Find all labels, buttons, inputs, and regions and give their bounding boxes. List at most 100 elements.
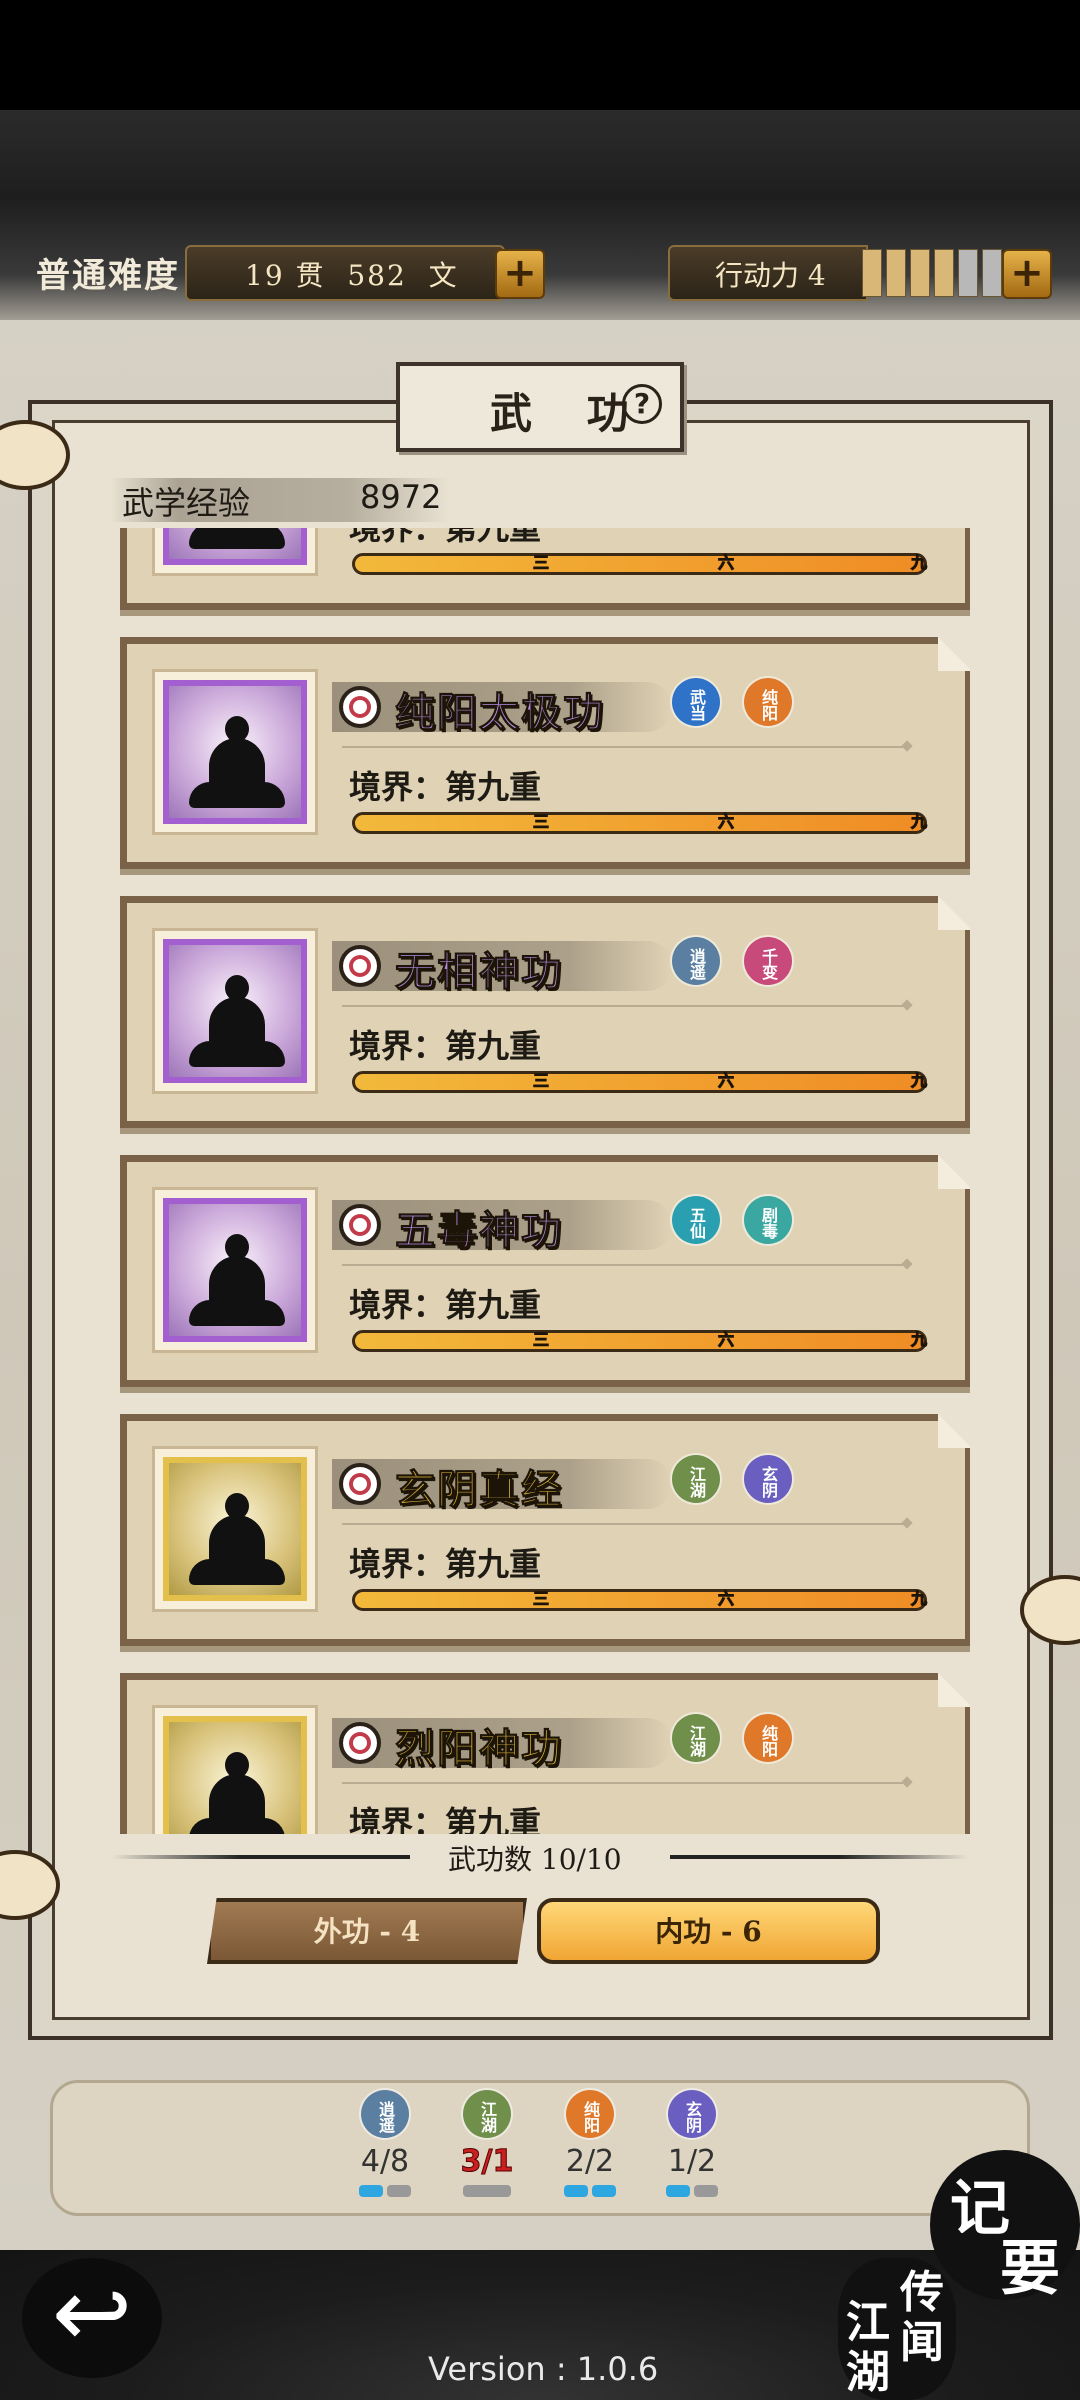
action-points-gauge [862,249,1002,297]
realm-progress-bar: 三六九 [352,1589,928,1611]
action-point-cell [910,249,930,297]
action-point-cell [862,249,882,297]
back-button[interactable]: ↩ [22,2258,162,2378]
card-divider [342,1264,907,1266]
skill-portrait [152,1446,318,1612]
status-bar [0,0,1080,110]
skill-portrait [152,669,318,835]
skill-name: 烈阳神功 [395,1725,563,1773]
tab-internal-skills[interactable]: 内功 - 6 [537,1898,880,1964]
realm-progress-bar: 三六九 [352,1071,928,1093]
faction-tag: 江湖 [672,1714,720,1762]
skill-name: 无相神功 [395,948,563,996]
skill-card[interactable]: 逍遥北溟功 逍遥化劲御息 境界：第九重 三六九 [120,528,970,610]
stat-pips [447,2185,527,2197]
add-money-button[interactable]: + [495,249,545,299]
faction-tag: 千变 [744,937,792,985]
silhouette-legs [189,1818,285,1834]
progress-mark: 六 [717,1589,734,1609]
skill-tags: 逍遥 千变 [672,937,792,985]
faction-stats-panel [50,2080,1030,2216]
progress-mark: 六 [717,812,734,832]
faction-count: 2/2 [565,2144,615,2179]
silhouette-legs [189,1559,285,1585]
skill-portrait [152,1705,318,1834]
page-fold [938,1155,970,1189]
internal-skill-icon [339,1204,381,1246]
add-action-points-button[interactable]: + [1002,249,1052,299]
skill-count: 武功数 10/10 [448,1843,622,1876]
action-points-label: 行动力 4 [715,259,826,292]
skill-card[interactable]: 纯阳太极功 武当 纯阳 境界：第九重 三 六 九 [120,637,970,869]
faction-tag: 剧毒 [744,1196,792,1244]
stat-pip [666,2185,690,2197]
faction-tag: 逍遥 [672,937,720,985]
silhouette-legs [189,1041,285,1067]
skill-card[interactable]: 无相神功 逍遥 千变 境界：第九重 三 六 九 [120,896,970,1128]
skill-name: 玄阴真经 [395,1466,563,1514]
help-icon[interactable]: ? [622,384,662,424]
card-divider [342,1782,907,1784]
skill-name: 纯阳太极功 [395,689,605,737]
progress-mark: 九 [910,1589,927,1609]
progress-mark: 三 [532,1589,549,1609]
faction-tag: 玄阴 [744,1455,792,1503]
stat-pip [463,2185,511,2197]
faction-tag: 武当 [672,678,720,726]
progress-mark: 三 [532,812,549,832]
stat-pips [652,2185,732,2197]
progress-mark: 九 [910,1071,927,1091]
faction-tag: 纯阳 [744,678,792,726]
progress-mark: 六 [717,553,734,573]
faction-tag: 纯阳 [566,2090,614,2138]
skill-card[interactable]: 玄阴真经 江湖 玄阴 境界：第九重 三 六 九 [120,1414,970,1646]
skill-tags: 江湖 纯阳 [672,1714,792,1762]
faction-stat: 玄阴 1/2 [652,2090,732,2197]
skill-portrait [152,528,318,576]
progress-mark: 三 [532,1071,549,1091]
realm-progress-bar: 三六九 [352,553,928,575]
internal-skill-icon [339,1463,381,1505]
faction-count: 1/2 [667,2144,717,2179]
silhouette-legs [189,528,285,549]
skill-card[interactable]: 五毒神功 五仙 剧毒 境界：第九重 三 六 九 [120,1155,970,1387]
stat-pip [694,2185,718,2197]
skill-tags: 江湖 玄阴 [672,1455,792,1503]
silhouette-legs [189,782,285,808]
card-divider [342,1523,907,1525]
faction-stat: 纯阳 2/2 [550,2090,630,2197]
tab-external-skills[interactable]: 外功 - 4 [207,1898,527,1964]
stat-pips [550,2185,630,2197]
skill-realm: 境界：第九重 [349,1027,542,1065]
internal-skill-icon [339,1722,381,1764]
skill-realm: 境界：第九重 [349,1804,542,1834]
faction-tag: 江湖 [463,2090,511,2138]
faction-tag: 玄阴 [668,2090,716,2138]
skill-card[interactable]: 烈阳神功 江湖纯阳 境界：第九重 三六九 [120,1673,970,1834]
skill-list[interactable]: 逍遥北溟功 逍遥化劲御息 境界：第九重 三六九 纯阳太极功 武当纯阳 境界：第九… [110,528,970,1834]
faction-tag: 江湖 [672,1455,720,1503]
progress-mark: 三 [532,1330,549,1350]
realm-progress-bar: 三六九 [352,1330,928,1352]
card-divider [342,1005,907,1007]
progress-mark: 三 [532,553,549,573]
faction-stat: 逍遥 4/8 [345,2090,425,2197]
realm-progress-bar: 三六九 [352,812,928,834]
rumors-label-1: 传闻 [900,2267,944,2368]
faction-tag: 逍遥 [361,2090,409,2138]
skill-tags: 五仙 剧毒 [672,1196,792,1244]
action-point-cell [982,249,1002,297]
skill-portrait [152,928,318,1094]
skill-realm: 境界：第九重 [349,768,542,806]
faction-count: 4/8 [360,2144,410,2179]
version-label: Version : 1.0.6 [428,2350,659,2388]
faction-tag: 五仙 [672,1196,720,1244]
page-fold [938,1414,970,1448]
skill-realm: 境界：第九重 [349,1286,542,1324]
difficulty-label: 普通难度 [36,256,180,296]
skill-realm: 境界：第九重 [349,1545,542,1583]
faction-tag: 纯阳 [744,1714,792,1762]
stat-pip [592,2185,616,2197]
stat-pips [345,2185,425,2197]
page-fold [938,1673,970,1707]
